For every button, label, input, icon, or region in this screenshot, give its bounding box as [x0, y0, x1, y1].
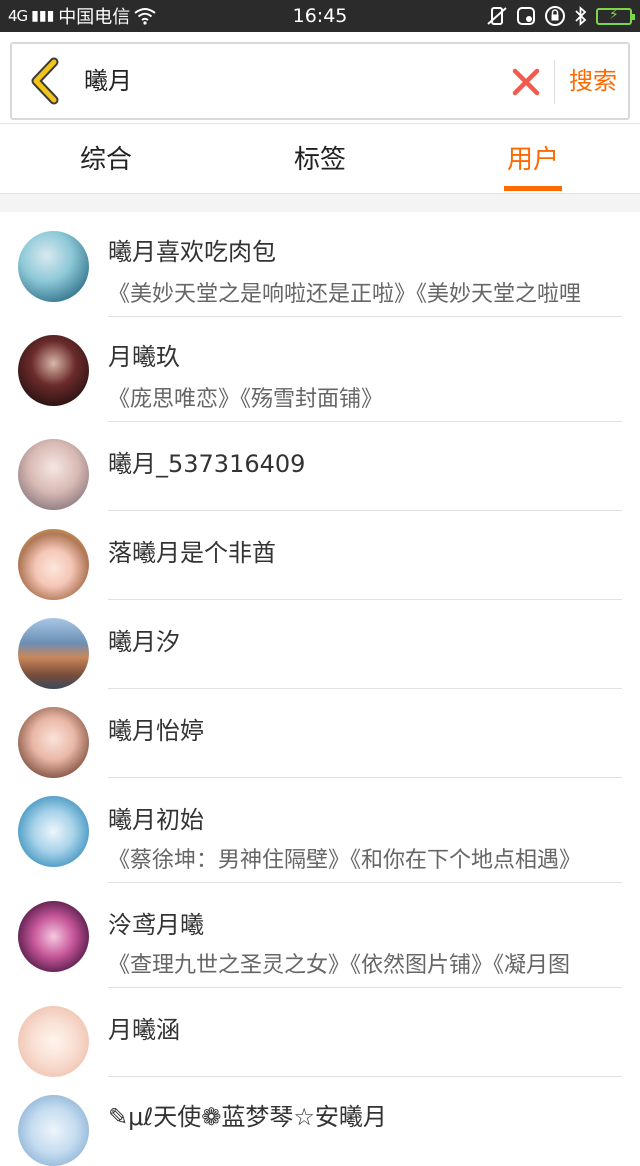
search-header: 曦月 搜索	[0, 32, 640, 124]
list-item[interactable]: 曦月_537316409	[0, 422, 640, 511]
list-item[interactable]: 曦月怡婷	[0, 689, 640, 778]
back-button[interactable]	[26, 56, 66, 106]
vibrate-off-icon	[487, 7, 507, 25]
list-item[interactable]: 月曦涵	[0, 988, 640, 1077]
search-button[interactable]: 搜索	[560, 44, 626, 118]
section-gap	[0, 194, 640, 212]
list-item[interactable]: 落曦月是个非酋	[0, 511, 640, 600]
list-item[interactable]: 曦月汐	[0, 600, 640, 689]
search-input[interactable]: 曦月	[84, 44, 132, 118]
list-item[interactable]: 曦月初始 《蔡徐坤：男神住隔壁》《和你在下个地点相遇》	[0, 778, 640, 883]
user-name: 月曦玖	[108, 343, 180, 371]
avatar	[18, 901, 89, 972]
status-right: ⚡	[486, 0, 635, 32]
avatar	[18, 796, 89, 867]
user-name: 曦月初始	[108, 806, 204, 834]
list-item[interactable]: 曦月喜欢吃肉包 《美妙天堂之是响啦还是正啦》《美妙天堂之啦哩	[0, 212, 640, 317]
user-name: 落曦月是个非酋	[108, 539, 276, 567]
user-works: 《美妙天堂之是响啦还是正啦》《美妙天堂之啦哩	[108, 282, 582, 307]
chevron-left-icon	[31, 57, 59, 105]
tab-users[interactable]: 用户	[473, 124, 593, 194]
avatar	[18, 1006, 89, 1077]
user-name: 曦月喜欢吃肉包	[108, 238, 276, 266]
bluetooth-icon	[575, 6, 587, 26]
search-bar: 曦月 搜索	[10, 42, 630, 120]
user-works: 《庞思唯恋》《殇雪封面铺》	[108, 387, 384, 412]
user-name: ✎μℓ天使❁蓝梦琴☆安曦月	[108, 1103, 387, 1131]
user-name: 月曦涵	[108, 1016, 180, 1044]
user-name: 泠鸢月曦	[108, 911, 204, 939]
battery-icon: ⚡	[596, 7, 635, 25]
rotation-lock-icon	[545, 6, 565, 26]
nfc-icon	[517, 7, 535, 25]
clear-button[interactable]	[508, 64, 544, 100]
avatar	[18, 335, 89, 406]
avatar	[18, 1095, 89, 1166]
avatar	[18, 529, 89, 600]
avatar	[18, 707, 89, 778]
tab-bar: 综合 标签 用户	[0, 124, 640, 194]
user-name: 曦月怡婷	[108, 717, 204, 745]
user-works: 《蔡徐坤：男神住隔壁》《和你在下个地点相遇》	[108, 848, 582, 873]
close-icon	[512, 68, 540, 96]
avatar	[18, 231, 89, 302]
user-works: 《查理九世之圣灵之女》《依然图片铺》《凝月图	[108, 953, 571, 978]
list-item[interactable]: 月曦玖 《庞思唯恋》《殇雪封面铺》	[0, 317, 640, 422]
divider	[554, 60, 555, 104]
status-bar: 4G ▮▮▮ 中国电信 16:45 ⚡	[0, 0, 640, 32]
avatar	[18, 439, 89, 510]
list-item[interactable]: ✎μℓ天使❁蓝梦琴☆安曦月	[0, 1077, 640, 1166]
user-name: 曦月汐	[108, 628, 180, 656]
tab-overview[interactable]: 综合	[46, 124, 166, 194]
user-name: 曦月_537316409	[108, 450, 306, 478]
tab-active-indicator	[504, 186, 562, 191]
list-item[interactable]: 泠鸢月曦 《查理九世之圣灵之女》《依然图片铺》《凝月图	[0, 883, 640, 988]
avatar	[18, 618, 89, 689]
tab-tags[interactable]: 标签	[260, 124, 380, 194]
